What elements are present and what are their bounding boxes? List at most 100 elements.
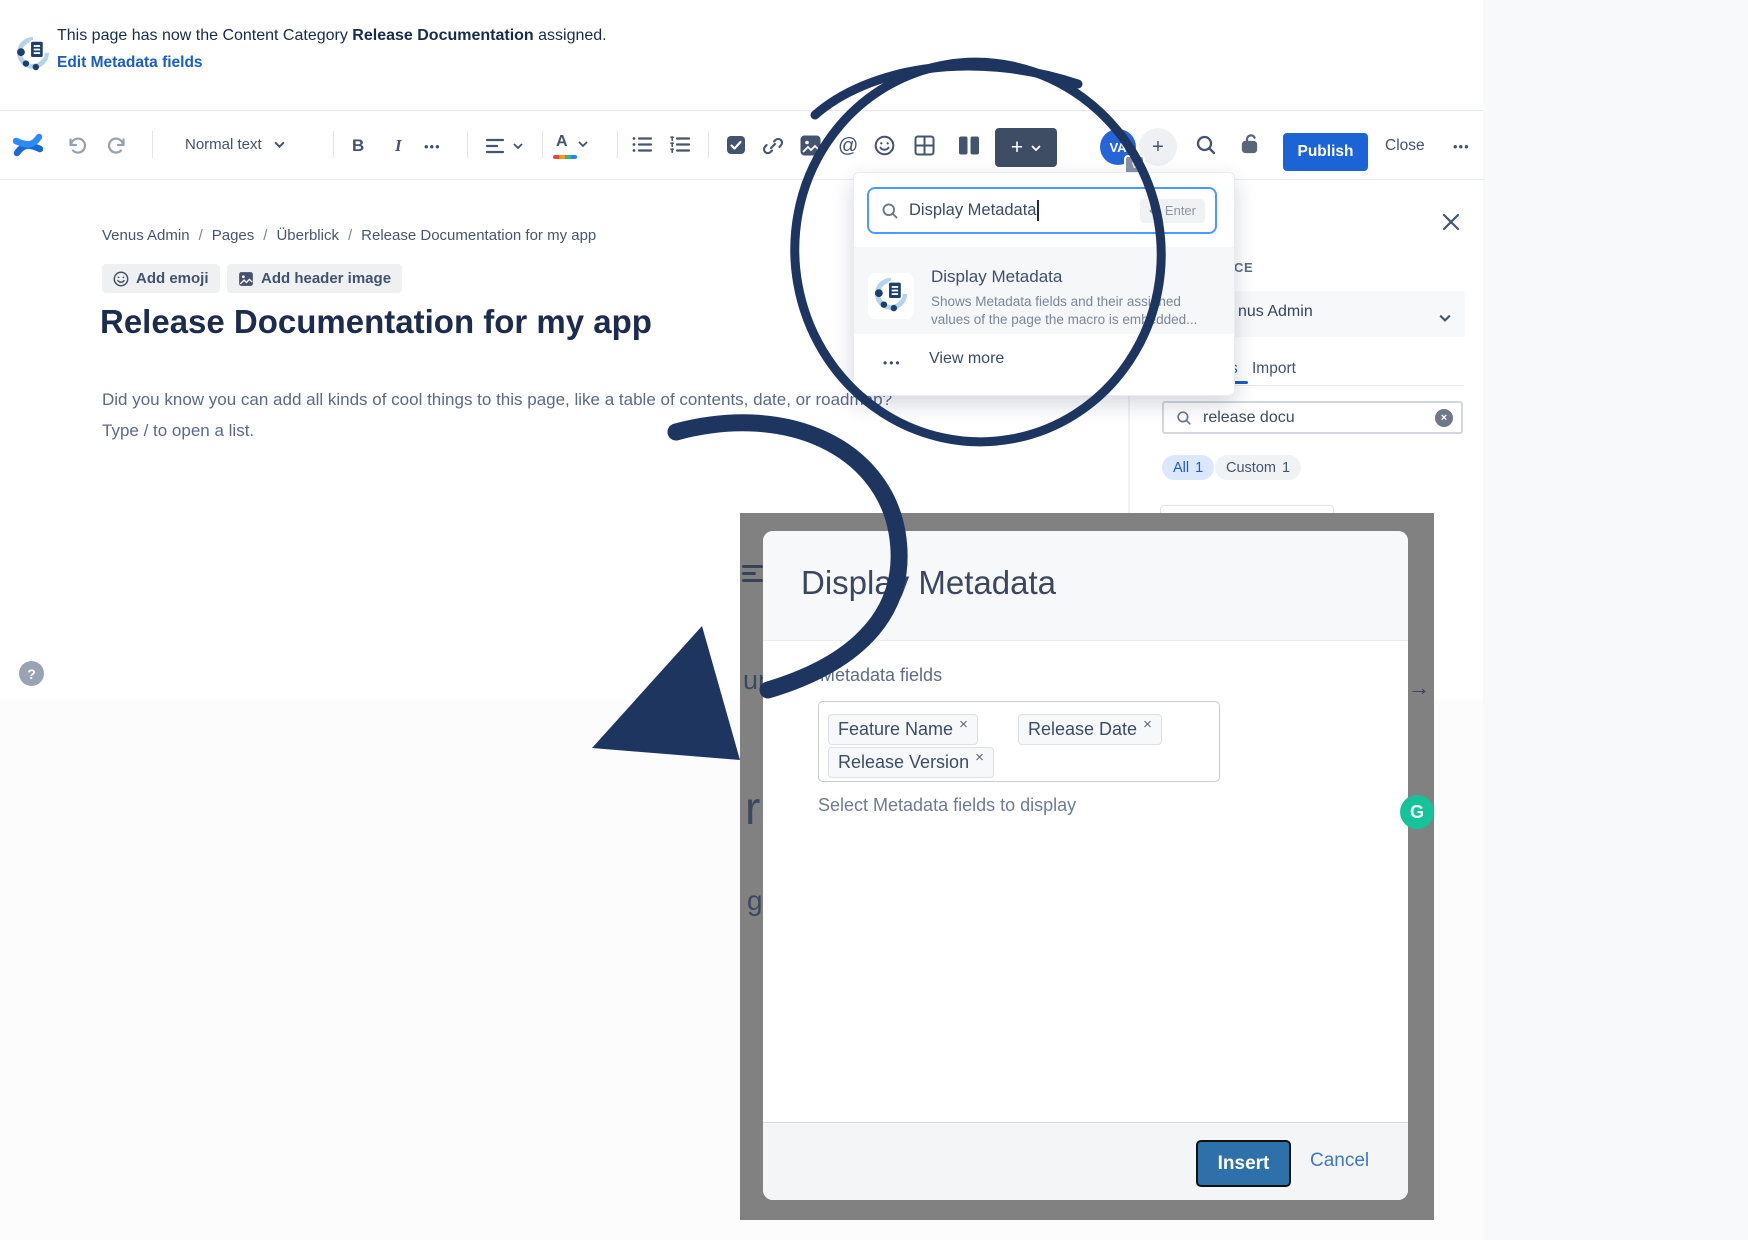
text-style-dropdown[interactable]: Normal text xyxy=(185,136,285,153)
breadcrumb-pages[interactable]: Pages xyxy=(212,227,255,244)
dialog-title: Display Metadata xyxy=(801,564,1056,602)
dialog-header: Display Metadata xyxy=(763,531,1408,641)
right-gutter-background xyxy=(1483,0,1748,1240)
enter-key-hint: ↵ Enter xyxy=(1140,199,1205,223)
more-formatting-icon[interactable]: ••• xyxy=(424,139,441,154)
display-metadata-dialog: Display Metadata Metadata fields Feature… xyxy=(763,531,1408,1200)
page-title[interactable]: Release Documentation for my app xyxy=(100,303,652,341)
view-more-button[interactable]: ••• View more xyxy=(854,334,1234,395)
edit-metadata-fields-link[interactable]: Edit Metadata fields xyxy=(57,54,203,72)
toolbar-separator xyxy=(708,131,709,158)
chevron-down-icon xyxy=(513,143,523,149)
toolbar-bottom-border xyxy=(0,179,1485,180)
text-color-swatch-bar xyxy=(553,155,577,159)
breadcrumb: Venus Admin / Pages / Überblick / Releas… xyxy=(102,227,596,244)
metadata-fields-label: Metadata fields xyxy=(820,665,942,686)
text-color-a-label: A xyxy=(556,133,568,151)
breadcrumb-current-page[interactable]: Release Documentation for my app xyxy=(361,227,596,244)
tab-import[interactable]: Import xyxy=(1252,360,1296,378)
bold-button[interactable]: B xyxy=(352,136,364,156)
image-icon xyxy=(238,271,254,287)
search-result-display-metadata[interactable]: Display Metadata Shows Metadata fields a… xyxy=(854,247,1234,334)
text-color-dropdown[interactable]: A xyxy=(556,133,588,151)
chevron-down-icon xyxy=(578,141,588,147)
filter-custom-count: 1 xyxy=(1282,460,1290,476)
add-header-image-button[interactable]: Add header image xyxy=(227,264,402,293)
filter-chip-all[interactable]: All1 xyxy=(1162,455,1214,480)
dimmed-toolbar-lines-icon xyxy=(742,565,764,586)
help-button[interactable]: ? xyxy=(19,661,44,686)
alignment-dropdown[interactable] xyxy=(485,138,523,154)
field-tag-feature-name: Feature Name × xyxy=(828,714,978,745)
sidebar-close-icon[interactable] xyxy=(1438,209,1464,235)
layouts-icon[interactable] xyxy=(958,136,980,155)
chevron-down-icon xyxy=(1439,309,1451,327)
numbered-list-icon[interactable] xyxy=(670,136,691,153)
toolbar-separator xyxy=(152,131,153,158)
undo-icon[interactable] xyxy=(66,135,88,157)
breadcrumb-overview[interactable]: Überblick xyxy=(276,227,339,244)
search-icon[interactable] xyxy=(1195,134,1217,156)
search-input-value: Display Metadata xyxy=(909,201,1036,220)
bullet-list-icon[interactable] xyxy=(632,136,653,153)
result-description-line2: values of the page the macro is embedded… xyxy=(931,312,1197,327)
filter-all-count: 1 xyxy=(1195,460,1203,476)
display-metadata-macro-icon xyxy=(868,273,914,319)
redo-icon[interactable] xyxy=(106,135,128,157)
chevron-down-icon xyxy=(1031,145,1041,151)
filter-chip-custom[interactable]: Custom1 xyxy=(1215,455,1301,480)
emoji-add-icon xyxy=(113,271,129,287)
result-title: Display Metadata xyxy=(931,267,1062,287)
align-left-icon xyxy=(485,138,505,154)
remove-tag-icon[interactable]: × xyxy=(975,749,984,766)
ellipsis-icon: ••• xyxy=(883,356,902,370)
insert-image-icon[interactable] xyxy=(800,135,821,156)
unlock-icon[interactable] xyxy=(1238,132,1262,156)
grammarly-icon[interactable]: G xyxy=(1400,795,1434,829)
space-section-label-partial: CE xyxy=(1234,260,1253,275)
toolbar-overflow-icon[interactable]: ••• xyxy=(1453,139,1470,154)
breadcrumb-separator: / xyxy=(199,227,203,244)
field-helper-text: Select Metadata fields to display xyxy=(818,795,1076,816)
add-header-image-label: Add header image xyxy=(261,270,391,287)
metadata-app-icon xyxy=(16,35,50,75)
sidebar-search-value: release docu xyxy=(1203,409,1295,427)
remove-tag-icon[interactable]: × xyxy=(1143,716,1152,733)
link-icon[interactable] xyxy=(762,135,784,157)
breadcrumb-separator: / xyxy=(348,227,352,244)
insert-element-menu-button[interactable]: + xyxy=(995,128,1057,167)
body-paragraph-line2[interactable]: Type / to open a list. xyxy=(102,421,254,441)
metadata-fields-multiselect[interactable]: Feature Name × Release Date × Release Ve… xyxy=(818,701,1220,782)
confluence-logo-icon[interactable] xyxy=(13,130,43,160)
add-emoji-button[interactable]: Add emoji xyxy=(102,264,220,293)
remove-tag-icon[interactable]: × xyxy=(959,716,968,733)
insert-element-popup: Display Metadata ↵ Enter Display M xyxy=(853,172,1235,396)
dialog-footer: Insert Cancel xyxy=(763,1122,1408,1200)
dimmed-arrow-icon: → xyxy=(1408,675,1430,701)
breadcrumb-separator: / xyxy=(263,227,267,244)
close-button[interactable]: Close xyxy=(1385,137,1425,155)
space-select-value-partial: nus Admin xyxy=(1238,303,1313,321)
cancel-button[interactable]: Cancel xyxy=(1310,1150,1369,1172)
element-search-input[interactable]: Display Metadata ↵ Enter xyxy=(867,187,1217,234)
mention-icon[interactable]: @ xyxy=(838,135,858,158)
italic-button[interactable]: I xyxy=(395,136,402,156)
emoji-icon[interactable] xyxy=(874,135,895,156)
task-checkbox-icon[interactable] xyxy=(726,135,746,155)
insert-button[interactable]: Insert xyxy=(1196,1140,1291,1187)
add-emoji-label: Add emoji xyxy=(136,270,209,287)
modal-dim-overlay: um r gs Display Metadata Metadata fields… xyxy=(740,513,1434,1220)
field-tag-release-date: Release Date × xyxy=(1018,714,1162,745)
toolbar-separator xyxy=(617,131,618,158)
breadcrumb-space[interactable]: Venus Admin xyxy=(102,227,190,244)
return-icon: ↵ xyxy=(1149,203,1160,219)
result-description-line1: Shows Metadata fields and their assigned xyxy=(931,294,1181,309)
chevron-down-icon xyxy=(274,141,285,148)
table-icon[interactable] xyxy=(914,135,935,156)
search-icon xyxy=(881,202,899,220)
app-window: This page has now the Content Category R… xyxy=(0,0,1748,1240)
body-paragraph-line1[interactable]: Did you know you can add all kinds of co… xyxy=(102,390,892,410)
clear-search-icon[interactable]: × xyxy=(1435,409,1453,427)
sidebar-search-input[interactable]: release docu × xyxy=(1162,401,1463,434)
publish-button[interactable]: Publish xyxy=(1283,133,1368,171)
